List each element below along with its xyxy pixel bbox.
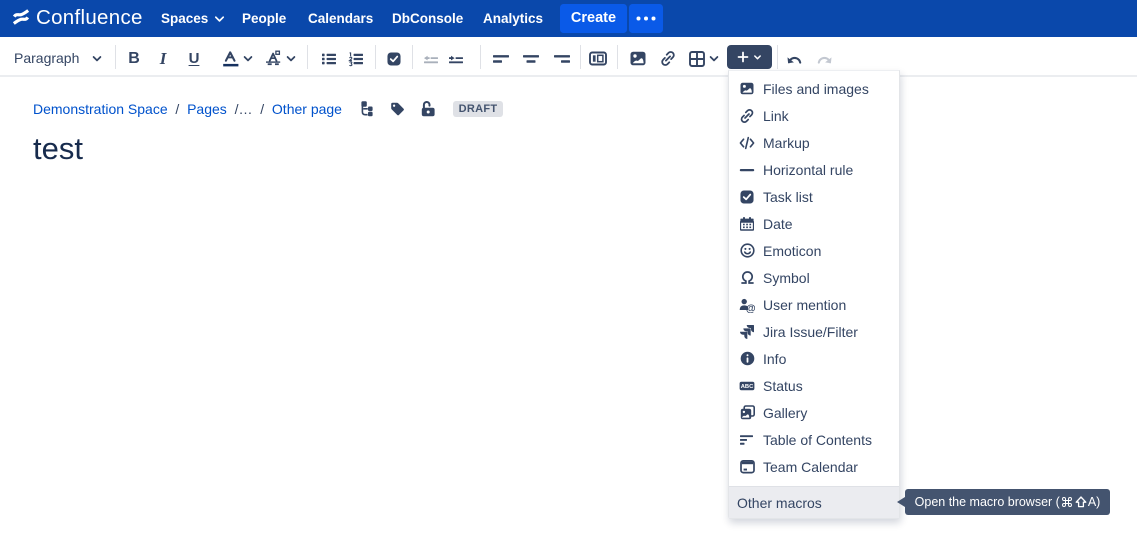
svg-text:ABC: ABC	[741, 384, 754, 390]
svg-text:@: @	[746, 303, 755, 312]
